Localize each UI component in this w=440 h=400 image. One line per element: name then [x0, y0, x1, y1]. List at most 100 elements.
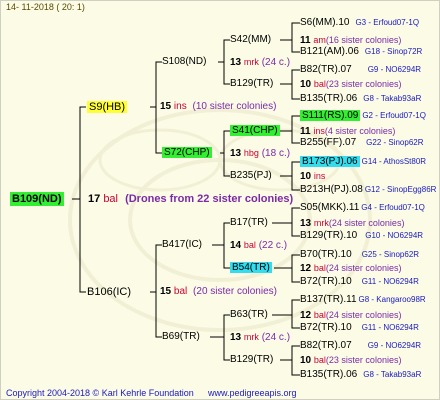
- gen3-abbr: mrk: [313, 218, 329, 228]
- website-link[interactable]: www.pedigreeapis.org: [208, 388, 297, 398]
- gen2-note: (24 c.): [261, 57, 291, 68]
- gen2-note: (22 c.): [258, 240, 288, 251]
- gen3-node[interactable]: S42(MM): [230, 34, 271, 46]
- gen3-note: (16 sister colonies): [325, 35, 402, 45]
- gen4-row[interactable]: S6(MM).10 G3 - Erfoud07-1Q: [300, 17, 419, 29]
- gen3-abbr: bal: [313, 310, 326, 320]
- gen3-num: 13: [300, 218, 312, 229]
- gen4-row[interactable]: B70(TR).10 G25 - Sinop62R: [300, 249, 419, 261]
- gen4-row[interactable]: B173(PJ).06 G14 - AthosSt80R: [300, 156, 426, 168]
- gen3-id: B54(TR): [230, 262, 272, 273]
- gen2-info: 13 hbg (18 c.): [230, 147, 290, 160]
- gen4-row[interactable]: S05(MKK).11 G4 - Erfoud07-1Q: [300, 202, 425, 214]
- gen2-abbr: mrk: [243, 57, 259, 67]
- gen3-id: S41(CHP): [230, 125, 280, 136]
- gen3-id: B235(PJ): [230, 170, 272, 181]
- gen3-node[interactable]: B54(TR): [230, 262, 272, 274]
- gen1-note: (20 sister colonies): [193, 286, 277, 297]
- gen4-id: B173(PJ).06: [300, 156, 360, 167]
- gen3-id: B129(TR): [230, 78, 274, 89]
- gen3-note: (24 sister colonies): [325, 310, 402, 320]
- root-info: 17 bal (Drones from 22 sister colonies): [88, 193, 293, 205]
- gen3-abbr: ins: [313, 126, 325, 136]
- gen3-num: 10: [300, 171, 312, 182]
- gen4-row[interactable]: B135(TR).06 G8 - Takab93aR: [300, 369, 421, 381]
- gen1-abbr: bal: [173, 286, 188, 297]
- gen4-row[interactable]: B82(TR).07 G9 - NO6294R: [300, 340, 421, 352]
- gen2-node[interactable]: B417(IC): [162, 239, 202, 251]
- gen4-row[interactable]: B135(TR).06 G8 - Takab93aR: [300, 93, 421, 105]
- gen1-id: S9(HB): [87, 101, 128, 113]
- gen2-num: 14: [230, 240, 242, 251]
- gen2-id: S108(ND): [162, 56, 207, 67]
- gen3-note: (24 sister colonies): [325, 263, 402, 273]
- gen2-info: 14 bal (22 c.): [230, 239, 287, 252]
- gen4-code: G9 - NO6294R: [367, 341, 422, 350]
- gen4-id: B70(TR).10: [300, 249, 352, 260]
- gen4-code: G14 - AthosSt80R: [361, 157, 427, 166]
- gen4-code: G3 - Erfoud07-1Q: [355, 18, 420, 27]
- gen3-node[interactable]: S41(CHP): [230, 125, 280, 137]
- gen4-row[interactable]: B137(TR).11 G8 - Kangaroo98R: [300, 294, 426, 306]
- gen1-num: 15: [160, 286, 172, 297]
- gen2-node[interactable]: S72(CHP): [162, 147, 212, 159]
- gen4-code: G25 - Sinop62R: [361, 250, 420, 259]
- gen3-node[interactable]: B17(TR): [230, 217, 268, 229]
- gen4-id: B72(TR).10: [300, 276, 352, 287]
- copyright-text: Copyright 2004-2018 © Karl Kehrle Founda…: [6, 388, 194, 398]
- gen4-row[interactable]: B121(AM).06 G18 - Sinop72R: [300, 46, 422, 58]
- gen1-node[interactable]: S9(HB): [87, 101, 128, 113]
- gen1-info: 15 bal (20 sister colonies): [160, 286, 277, 298]
- gen2-num: 13: [230, 148, 242, 159]
- gen2-id: S72(CHP): [162, 147, 212, 158]
- gen3-node[interactable]: B129(TR): [230, 78, 273, 90]
- gen3-id: S42(MM): [230, 34, 272, 45]
- gen4-row[interactable]: B72(TR).10 G11 - NO6294R: [300, 276, 419, 288]
- gen3-node[interactable]: B235(PJ): [230, 170, 272, 182]
- gen3-num: 12: [300, 310, 312, 321]
- gen2-node[interactable]: S108(ND): [162, 56, 206, 68]
- gen4-id: B82(TR).07: [300, 340, 352, 351]
- gen2-note: (18 c.): [261, 148, 291, 159]
- gen4-code: G22 - Sinop62R: [366, 138, 424, 147]
- gen1-node[interactable]: B106(IC): [87, 286, 131, 298]
- gen4-id: S111(RS).09: [300, 110, 361, 121]
- gen4-code: G9 - NO6294R: [367, 65, 422, 74]
- gen4-row[interactable]: S111(RS).09 G2 - Erfoud07-1Q: [300, 110, 426, 122]
- gen4-id: B129(TR).10: [300, 230, 358, 241]
- gen1-note: (10 sister colonies): [192, 101, 277, 112]
- gen1-id: B106(IC): [87, 286, 132, 298]
- gen3-num: 10: [300, 79, 312, 90]
- gen4-row[interactable]: B72(TR).10 G11 - NO6294R: [300, 322, 419, 334]
- gen3-node[interactable]: B63(TR): [230, 309, 268, 321]
- gen2-info: 13 mrk (24 c.): [230, 56, 290, 69]
- gen3-num: 11: [300, 126, 311, 137]
- gen2-node[interactable]: B69(TR): [162, 331, 200, 343]
- gen4-id: B72(TR).10: [300, 322, 352, 333]
- gen2-num: 13: [230, 57, 242, 68]
- gen4-id: B121(AM).06: [300, 46, 359, 57]
- gen3-note: (24 sister colonies): [328, 218, 405, 228]
- gen4-code: G8 - Takab93aR: [363, 94, 422, 103]
- gen4-code: G8 - Takab93aR: [363, 370, 422, 379]
- gen1-info: 15 ins (10 sister colonies): [160, 101, 276, 113]
- gen3-id: B17(TR): [230, 217, 268, 228]
- gen1-num: 15: [160, 101, 172, 112]
- gen3-abbr: bal: [313, 263, 326, 273]
- gen4-id: B137(TR).11: [300, 294, 357, 305]
- gen3-info: 10 bal(23 sister colonies): [300, 354, 401, 367]
- gen2-abbr: bal: [243, 240, 256, 250]
- gen4-code: G11 - NO6294R: [361, 323, 419, 332]
- gen3-info: 10 bal(23 sister colonies): [300, 78, 401, 91]
- gen3-info: 12 bal(24 sister colonies): [300, 309, 401, 322]
- gen4-row[interactable]: B129(TR).10 G10 - NO6294R: [300, 230, 423, 242]
- gen2-abbr: mrk: [243, 332, 259, 342]
- root-node[interactable]: B109(ND): [10, 192, 64, 206]
- gen2-note: (24 c.): [261, 332, 291, 343]
- gen4-id: S05(MKK).11: [300, 202, 360, 213]
- gen4-row[interactable]: B255(FF).07 G22 - Sinop62R: [300, 137, 424, 149]
- gen3-node[interactable]: B129(TR): [230, 354, 273, 366]
- gen4-row[interactable]: B82(TR).07 G9 - NO6294R: [300, 64, 421, 76]
- gen4-row[interactable]: B213H(PJ).08 G12 - SinopEgg86R: [300, 184, 436, 196]
- gen3-abbr: ins: [313, 171, 326, 181]
